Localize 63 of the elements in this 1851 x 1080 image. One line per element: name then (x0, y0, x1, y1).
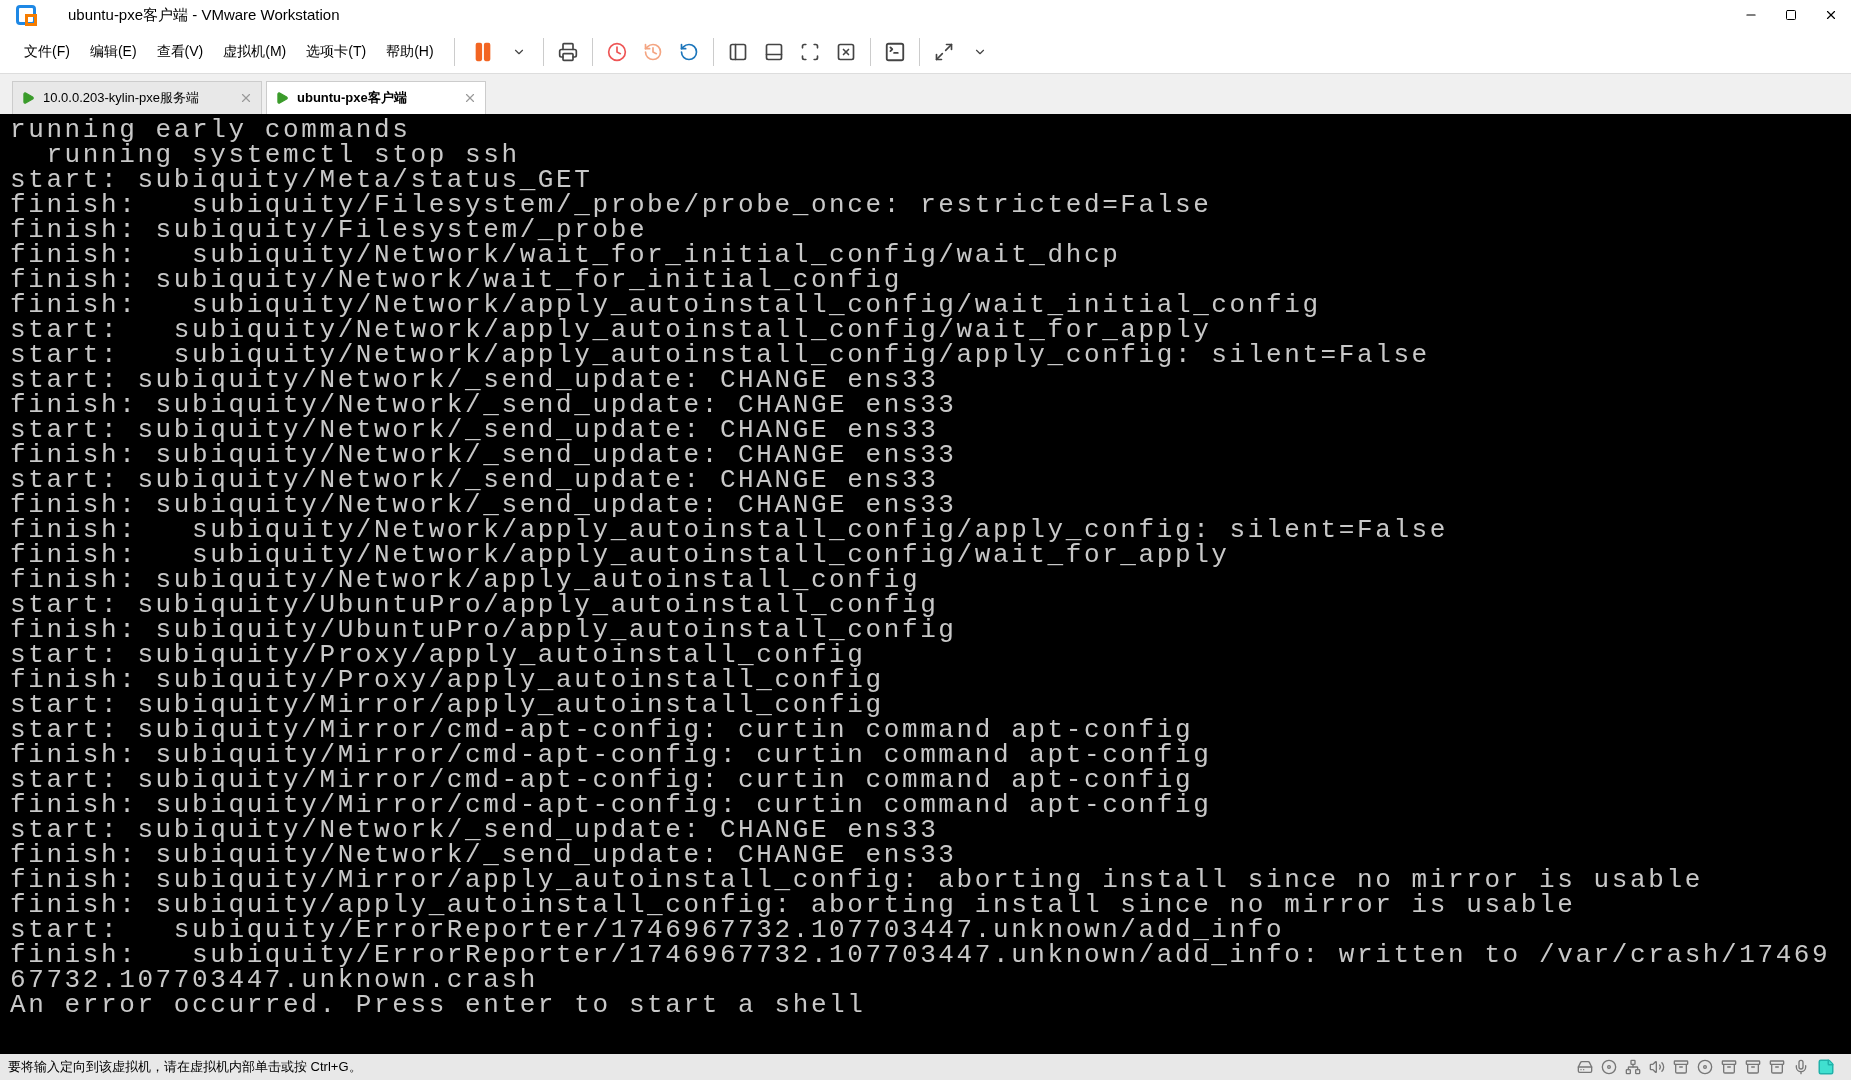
terminal-line: start: subiquity/Network/apply_autoinstall_config/wait_for_apply (10, 318, 1212, 343)
terminal-line: start: subiquity/Mirror/cmd-apt-config: curtin command apt-config (10, 768, 1194, 793)
terminal-line: finish: subiquity/UbuntuPro/apply_autoinstall_config (10, 618, 957, 643)
menu-item[interactable]: 编辑(E) (81, 41, 145, 62)
terminal-line: start: subiquity/Network/_send_update: CHANGE ens33 (10, 468, 939, 493)
app-logo-icon (16, 5, 36, 25)
terminal-line: running early commands (10, 118, 411, 143)
terminal-line: running systemctl stop ssh (46, 143, 520, 168)
vm-running-icon (21, 91, 35, 105)
terminal-line: finish: subiquity/Network/apply_autoinstall_config/wait_initial_config (10, 293, 1321, 318)
terminal-line: start: subiquity/Meta/status_GET (10, 168, 593, 193)
device-icon[interactable] (1769, 1059, 1785, 1075)
terminal-line: finish: subiquity/Filesystem/_probe (10, 218, 648, 243)
menu-item[interactable]: 选项卡(T) (298, 41, 375, 62)
terminal-line: finish: subiquity/Mirror/cmd-apt-config: curtin command apt-config (10, 743, 1212, 768)
terminal-line: finish: subiquity/Proxy/apply_autoinstall_config (10, 668, 884, 693)
terminal-line: finish: subiquity/Network/_send_update: CHANGE ens33 (10, 443, 957, 468)
cd-drive-icon[interactable] (1601, 1059, 1617, 1075)
terminal-line: finish: subiquity/Network/wait_for_initial_config (10, 268, 902, 293)
terminal-line: finish: subiquity/Filesystem/_probe/probe_once: restricted=False (10, 193, 1212, 218)
terminal-line: finish: subiquity/Mirror/cmd-apt-config: curtin command apt-config (10, 793, 1212, 818)
menu-item[interactable]: 文件(F) (16, 41, 78, 62)
close-tab-icon[interactable] (463, 91, 477, 105)
speaker-icon[interactable] (1649, 1059, 1665, 1075)
terminal-line: start: subiquity/ErrorReporter/1746967732.107703447.unknown/add_info (10, 918, 1285, 943)
terminal-screen[interactable] (0, 114, 1851, 1054)
network-icon[interactable] (1625, 1059, 1641, 1075)
terminal-line: start: subiquity/Mirror/cmd-apt-config: curtin command apt-config (10, 718, 1194, 743)
menu-item[interactable]: 帮助(H) (378, 41, 442, 62)
menu-item[interactable]: 查看(V) (148, 41, 212, 62)
terminal-line: finish: subiquity/Network/_send_update: CHANGE ens33 (10, 843, 957, 868)
terminal-line: 67732.107703447.unknown.crash (10, 968, 538, 993)
microphone-icon[interactable] (1793, 1059, 1809, 1075)
vm-running-icon (275, 91, 289, 105)
terminal-line: finish: subiquity/Mirror/apply_autoinstall_config: aborting install since no mirror is usable (10, 868, 1703, 893)
close-tab-icon[interactable] (239, 91, 253, 105)
device-icon[interactable] (1721, 1059, 1737, 1075)
terminal-line: finish: subiquity/apply_autoinstall_config: aborting install since no mirror is usable (10, 893, 1576, 918)
terminal-line: finish: subiquity/Network/wait_for_initial_config/wait_dhcp (10, 243, 1121, 268)
menu-item[interactable]: 虚拟机(M) (215, 41, 295, 62)
terminal-line: An error occurred. Press enter to start a shell (10, 993, 866, 1018)
terminal-line: finish: subiquity/Network/apply_autoinstall_config (10, 568, 921, 593)
close-icon[interactable] (1824, 8, 1838, 22)
terminal-line: finish: subiquity/ErrorReporter/1746967732.107703447.unknown/add_info: written to /var/crash/17469 (10, 943, 1831, 968)
device-icon[interactable] (1673, 1059, 1689, 1075)
tab[interactable]: 10.0.0.203-kylin-pxe服务端 (12, 81, 262, 114)
terminal-line: start: subiquity/Network/_send_update: CHANGE ens33 (10, 368, 939, 393)
device-icon[interactable] (1745, 1059, 1761, 1075)
window-title: ubuntu-pxe客户端 - VMware Workstation (68, 4, 340, 25)
terminal-line: finish: subiquity/Network/_send_update: CHANGE ens33 (10, 493, 957, 518)
terminal-line: finish: subiquity/Network/apply_autoinstall_config/apply_config: silent=False (10, 518, 1448, 543)
terminal-line: start: subiquity/Mirror/apply_autoinstall_config (10, 693, 884, 718)
note-icon[interactable] (1817, 1058, 1835, 1076)
terminal-line: start: subiquity/Network/_send_update: CHANGE ens33 (10, 418, 939, 443)
status-text: 要将输入定向到该虚拟机，请在虚拟机内部单击或按 Ctrl+G。 (8, 1058, 362, 1077)
maximize-icon[interactable] (1785, 9, 1797, 21)
tab[interactable]: ubuntu-pxe客户端 (266, 81, 486, 114)
terminal-line: start: subiquity/Network/_send_update: CHANGE ens33 (10, 818, 939, 843)
terminal-line: start: subiquity/Network/apply_autoinstall_config/apply_config: silent=False (10, 343, 1430, 368)
terminal-line: start: subiquity/Proxy/apply_autoinstall_config (10, 643, 866, 668)
terminal-line: finish: subiquity/Network/_send_update: CHANGE ens33 (10, 393, 957, 418)
terminal-line: start: subiquity/UbuntuPro/apply_autoinstall_config (10, 593, 939, 618)
terminal-line: finish: subiquity/Network/apply_autoinstall_config/wait_for_apply (10, 543, 1230, 568)
